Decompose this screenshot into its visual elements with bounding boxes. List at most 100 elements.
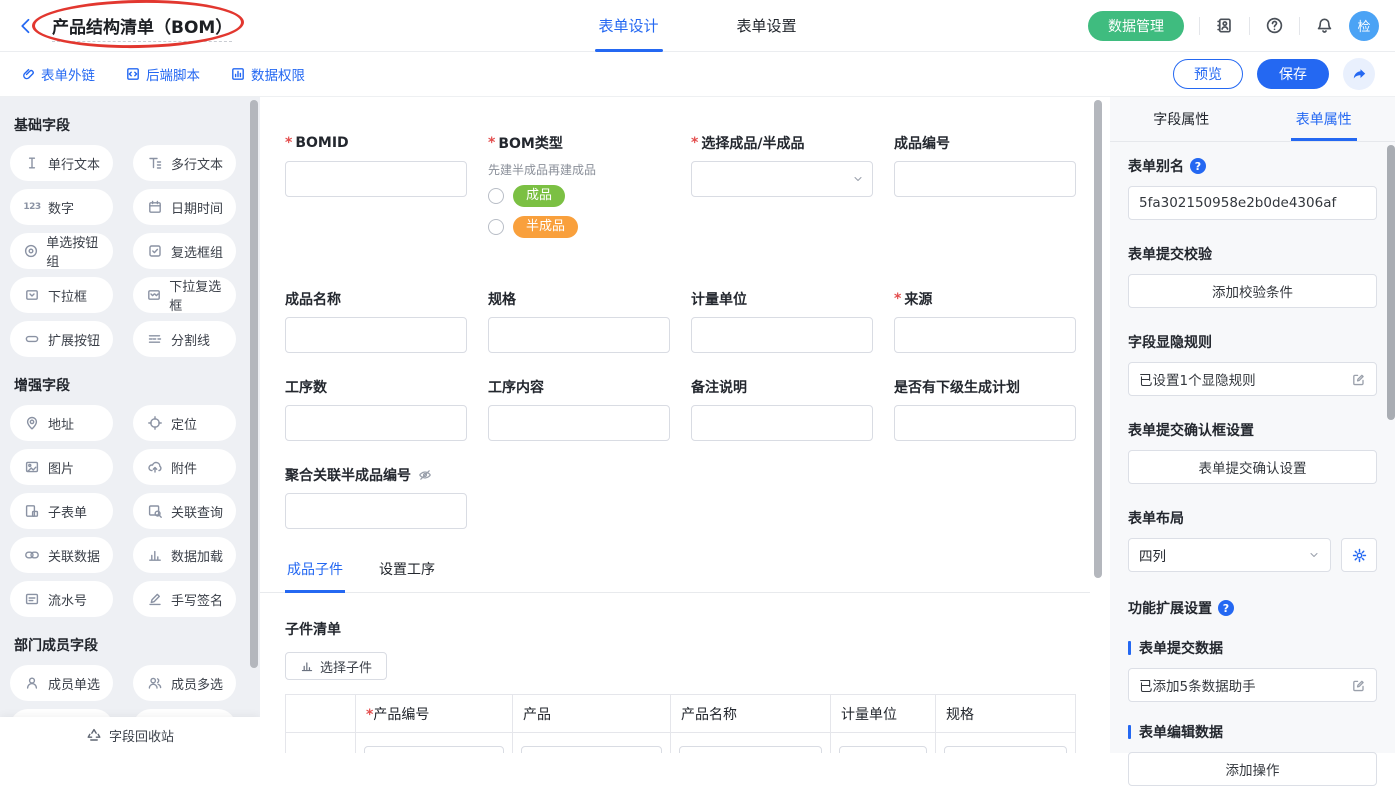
has-sub-plan-input[interactable] (894, 405, 1076, 441)
field-remark[interactable]: 备注说明 (691, 377, 873, 441)
field-item-member-single[interactable]: 成员单选 (10, 665, 113, 701)
field-item-location[interactable]: 定位 (133, 405, 236, 441)
field-item-data-load[interactable]: 数据加载 (133, 537, 236, 573)
cell-product-input[interactable] (521, 746, 662, 754)
radio-semi-finished[interactable] (488, 219, 504, 235)
field-has-sub-plan[interactable]: 是否有下级生成计划 (894, 377, 1076, 441)
agg-semi-code-input[interactable] (285, 493, 467, 529)
process-count-input[interactable] (285, 405, 467, 441)
cell-spec-input[interactable] (944, 746, 1067, 754)
tab-form-settings[interactable]: 表单设置 (733, 0, 801, 52)
table-header-unit: 计量单位 (831, 695, 936, 733)
help-icon[interactable] (1265, 16, 1284, 35)
tag-semi-finished[interactable]: 半成品 (513, 216, 578, 238)
cell-product-name-input[interactable] (679, 746, 822, 754)
help-question-icon[interactable]: ? (1190, 158, 1206, 174)
tab-form-design[interactable]: 表单设计 (594, 0, 662, 52)
bom-type-helper-text: 先建半成品再建成品 (488, 161, 670, 178)
add-operation-button[interactable]: 添加操作 (1128, 752, 1377, 786)
field-item-address[interactable]: 地址 (10, 405, 113, 441)
field-process-content[interactable]: 工序内容 (488, 377, 670, 441)
field-recycle-bin[interactable]: 字段回收站 (0, 717, 260, 753)
field-item-member-multi[interactable]: 成员多选 (133, 665, 236, 701)
field-item-image[interactable]: 图片 (10, 449, 113, 485)
data-manage-button[interactable]: 数据管理 (1088, 11, 1184, 41)
checkbox-icon (146, 243, 164, 259)
backend-script-link[interactable]: 后端脚本 (125, 64, 200, 84)
product-code-input[interactable] (894, 161, 1076, 197)
field-select-product[interactable]: *选择成品/半成品 (691, 133, 873, 247)
radio-finished[interactable] (488, 188, 504, 204)
submit-confirm-button[interactable]: 表单提交确认设置 (1128, 450, 1377, 484)
edit-data-group-label: 表单编辑数据 (1128, 722, 1377, 742)
tab-field-properties[interactable]: 字段属性 (1110, 97, 1253, 141)
product-name-input[interactable] (285, 317, 467, 353)
layout-select[interactable]: 四列 (1128, 538, 1331, 572)
edit-pencil-icon[interactable] (1351, 678, 1366, 693)
notification-bell-icon[interactable] (1315, 16, 1334, 35)
field-item-subform[interactable]: 子表单 (10, 493, 113, 529)
submit-data-box[interactable]: 已添加5条数据助手 (1128, 668, 1377, 702)
field-unit[interactable]: 计量单位 (691, 289, 873, 353)
field-item-dropdown[interactable]: 下拉框 (10, 277, 113, 313)
process-content-input[interactable] (488, 405, 670, 441)
data-permission-link[interactable]: 数据权限 (230, 64, 305, 84)
add-validation-button[interactable]: 添加校验条件 (1128, 274, 1377, 308)
field-product-code[interactable]: 成品编号 (894, 133, 1076, 247)
back-icon[interactable] (16, 16, 36, 36)
help-question-icon[interactable]: ? (1218, 600, 1234, 616)
save-button[interactable]: 保存 (1257, 59, 1329, 89)
field-item-single-text[interactable]: 单行文本 (10, 145, 113, 181)
canvas-scrollbar[interactable] (1094, 100, 1102, 578)
field-agg-semi-code[interactable]: 聚合关联半成品编号 (285, 465, 467, 529)
field-bom-type[interactable]: *BOM类型 先建半成品再建成品 成品 半成品 (488, 133, 670, 247)
form-alias-input[interactable]: 5fa302150958e2b0de4306af (1128, 186, 1377, 220)
tab-form-properties[interactable]: 表单属性 (1253, 97, 1395, 141)
page-scrollbar[interactable] (1387, 145, 1395, 420)
select-subpart-button[interactable]: 选择子件 (285, 652, 387, 680)
edit-pencil-icon[interactable] (1351, 372, 1366, 387)
field-item-divider[interactable]: 分割线 (133, 321, 236, 357)
field-item-datetime[interactable]: 日期时间 (133, 189, 236, 225)
field-item-lookup[interactable]: 关联查询 (133, 493, 236, 529)
field-item-radio-group[interactable]: 单选按钮组 (10, 233, 113, 269)
tag-finished[interactable]: 成品 (513, 185, 565, 207)
signature-pen-icon (146, 591, 164, 607)
field-item-attachment[interactable]: 附件 (133, 449, 236, 485)
unit-input[interactable] (691, 317, 873, 353)
field-spec[interactable]: 规格 (488, 289, 670, 353)
field-item-label: 定位 (171, 414, 197, 433)
field-item-multi-text[interactable]: 多行文本 (133, 145, 236, 181)
layout-settings-button[interactable] (1341, 538, 1377, 572)
cell-unit-input[interactable] (839, 746, 927, 754)
panel-tabs: 字段属性 表单属性 (1110, 97, 1395, 142)
title-wrap: 产品结构清单（BOM） (46, 9, 238, 42)
select-product-dropdown[interactable] (691, 161, 873, 197)
source-input[interactable] (894, 317, 1076, 353)
tab-set-process[interactable]: 设置工序 (377, 557, 437, 592)
bomid-input[interactable] (285, 161, 467, 197)
field-bomid[interactable]: *BOMID (285, 133, 467, 247)
remark-input[interactable] (691, 405, 873, 441)
field-item-linked-data[interactable]: 关联数据 (10, 537, 113, 573)
field-item-checkbox-group[interactable]: 复选框组 (133, 233, 236, 269)
field-product-name[interactable]: 成品名称 (285, 289, 467, 353)
field-item-multi-dropdown[interactable]: 下拉复选框 (133, 277, 236, 313)
field-source[interactable]: *来源 (894, 289, 1076, 353)
field-item-serial-number[interactable]: 流水号 (10, 581, 113, 617)
tab-finished-subparts[interactable]: 成品子件 (285, 557, 345, 592)
field-process-count[interactable]: 工序数 (285, 377, 467, 441)
field-item-signature[interactable]: 手写签名 (133, 581, 236, 617)
spec-input[interactable] (488, 317, 670, 353)
visibility-rules-box[interactable]: 已设置1个显隐规则 (1128, 362, 1377, 396)
page-title[interactable]: 产品结构清单（BOM） (52, 18, 232, 42)
form-external-link[interactable]: 表单外链 (20, 64, 95, 84)
user-avatar[interactable]: 检 (1349, 11, 1379, 41)
preview-button[interactable]: 预览 (1173, 59, 1243, 89)
cell-product-code-input[interactable] (364, 746, 504, 754)
share-button[interactable] (1343, 58, 1375, 90)
sidebar-scrollbar[interactable] (250, 100, 258, 668)
field-item-extend-button[interactable]: 扩展按钮 (10, 321, 113, 357)
field-item-number[interactable]: 123 数字 (10, 189, 113, 225)
contacts-icon[interactable] (1215, 16, 1234, 35)
